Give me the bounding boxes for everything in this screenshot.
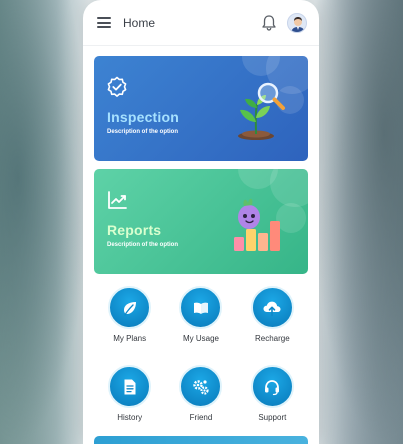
- document-list-icon: [124, 379, 136, 394]
- card-description: Description of the option: [107, 129, 178, 135]
- user-avatar[interactable]: [287, 12, 307, 33]
- history-tile[interactable]: History: [94, 365, 165, 422]
- tile-label: Support: [258, 413, 287, 422]
- gears-icon: [193, 379, 209, 395]
- tile-label: My Usage: [182, 334, 219, 343]
- bars-character-illustration: [234, 198, 280, 251]
- background-blur-left: [0, 0, 90, 444]
- next-card-preview[interactable]: [94, 436, 308, 444]
- top-bar: Home: [83, 0, 319, 46]
- tile-label: Recharge: [254, 334, 290, 343]
- avatar-person-icon: [291, 16, 305, 32]
- reports-card[interactable]: Reports Description of the option: [94, 169, 308, 274]
- phone-screen: Home Inspection Description of the optio…: [83, 0, 319, 444]
- card-description: Description of the option: [107, 242, 178, 248]
- bell-icon[interactable]: [261, 14, 277, 32]
- badge-check-icon: [107, 76, 127, 97]
- tile-label: My Plans: [113, 334, 147, 343]
- tile-label: Friend: [189, 413, 213, 422]
- quick-actions-grid: My Plans My Usage Recharge History Frien…: [94, 286, 308, 422]
- inspection-card[interactable]: Inspection Description of the option: [94, 56, 308, 161]
- hamburger-menu-icon[interactable]: [97, 17, 111, 28]
- my-plans-tile[interactable]: My Plans: [94, 286, 165, 343]
- card-title: Inspection: [107, 109, 180, 125]
- friend-button[interactable]: [179, 365, 223, 408]
- friend-tile[interactable]: Friend: [165, 365, 236, 422]
- tile-label: History: [117, 413, 143, 422]
- my-usage-button[interactable]: [179, 286, 223, 329]
- plant-magnifier-illustration: [238, 82, 285, 140]
- my-usage-tile[interactable]: My Usage: [165, 286, 236, 343]
- recharge-tile[interactable]: Recharge: [237, 286, 308, 343]
- trend-chart-icon: [108, 191, 127, 209]
- history-button[interactable]: [108, 365, 152, 408]
- background-blur-right: [308, 0, 403, 444]
- cloud-upload-icon: [263, 301, 281, 316]
- page-title: Home: [123, 15, 156, 30]
- card-title: Reports: [107, 222, 162, 238]
- leaf-icon: [123, 301, 136, 316]
- my-plans-button[interactable]: [108, 286, 152, 329]
- open-book-icon: [193, 302, 208, 314]
- recharge-button[interactable]: [250, 286, 294, 329]
- support-tile[interactable]: Support: [237, 365, 308, 422]
- support-button[interactable]: [250, 365, 294, 408]
- headset-icon: [265, 379, 280, 395]
